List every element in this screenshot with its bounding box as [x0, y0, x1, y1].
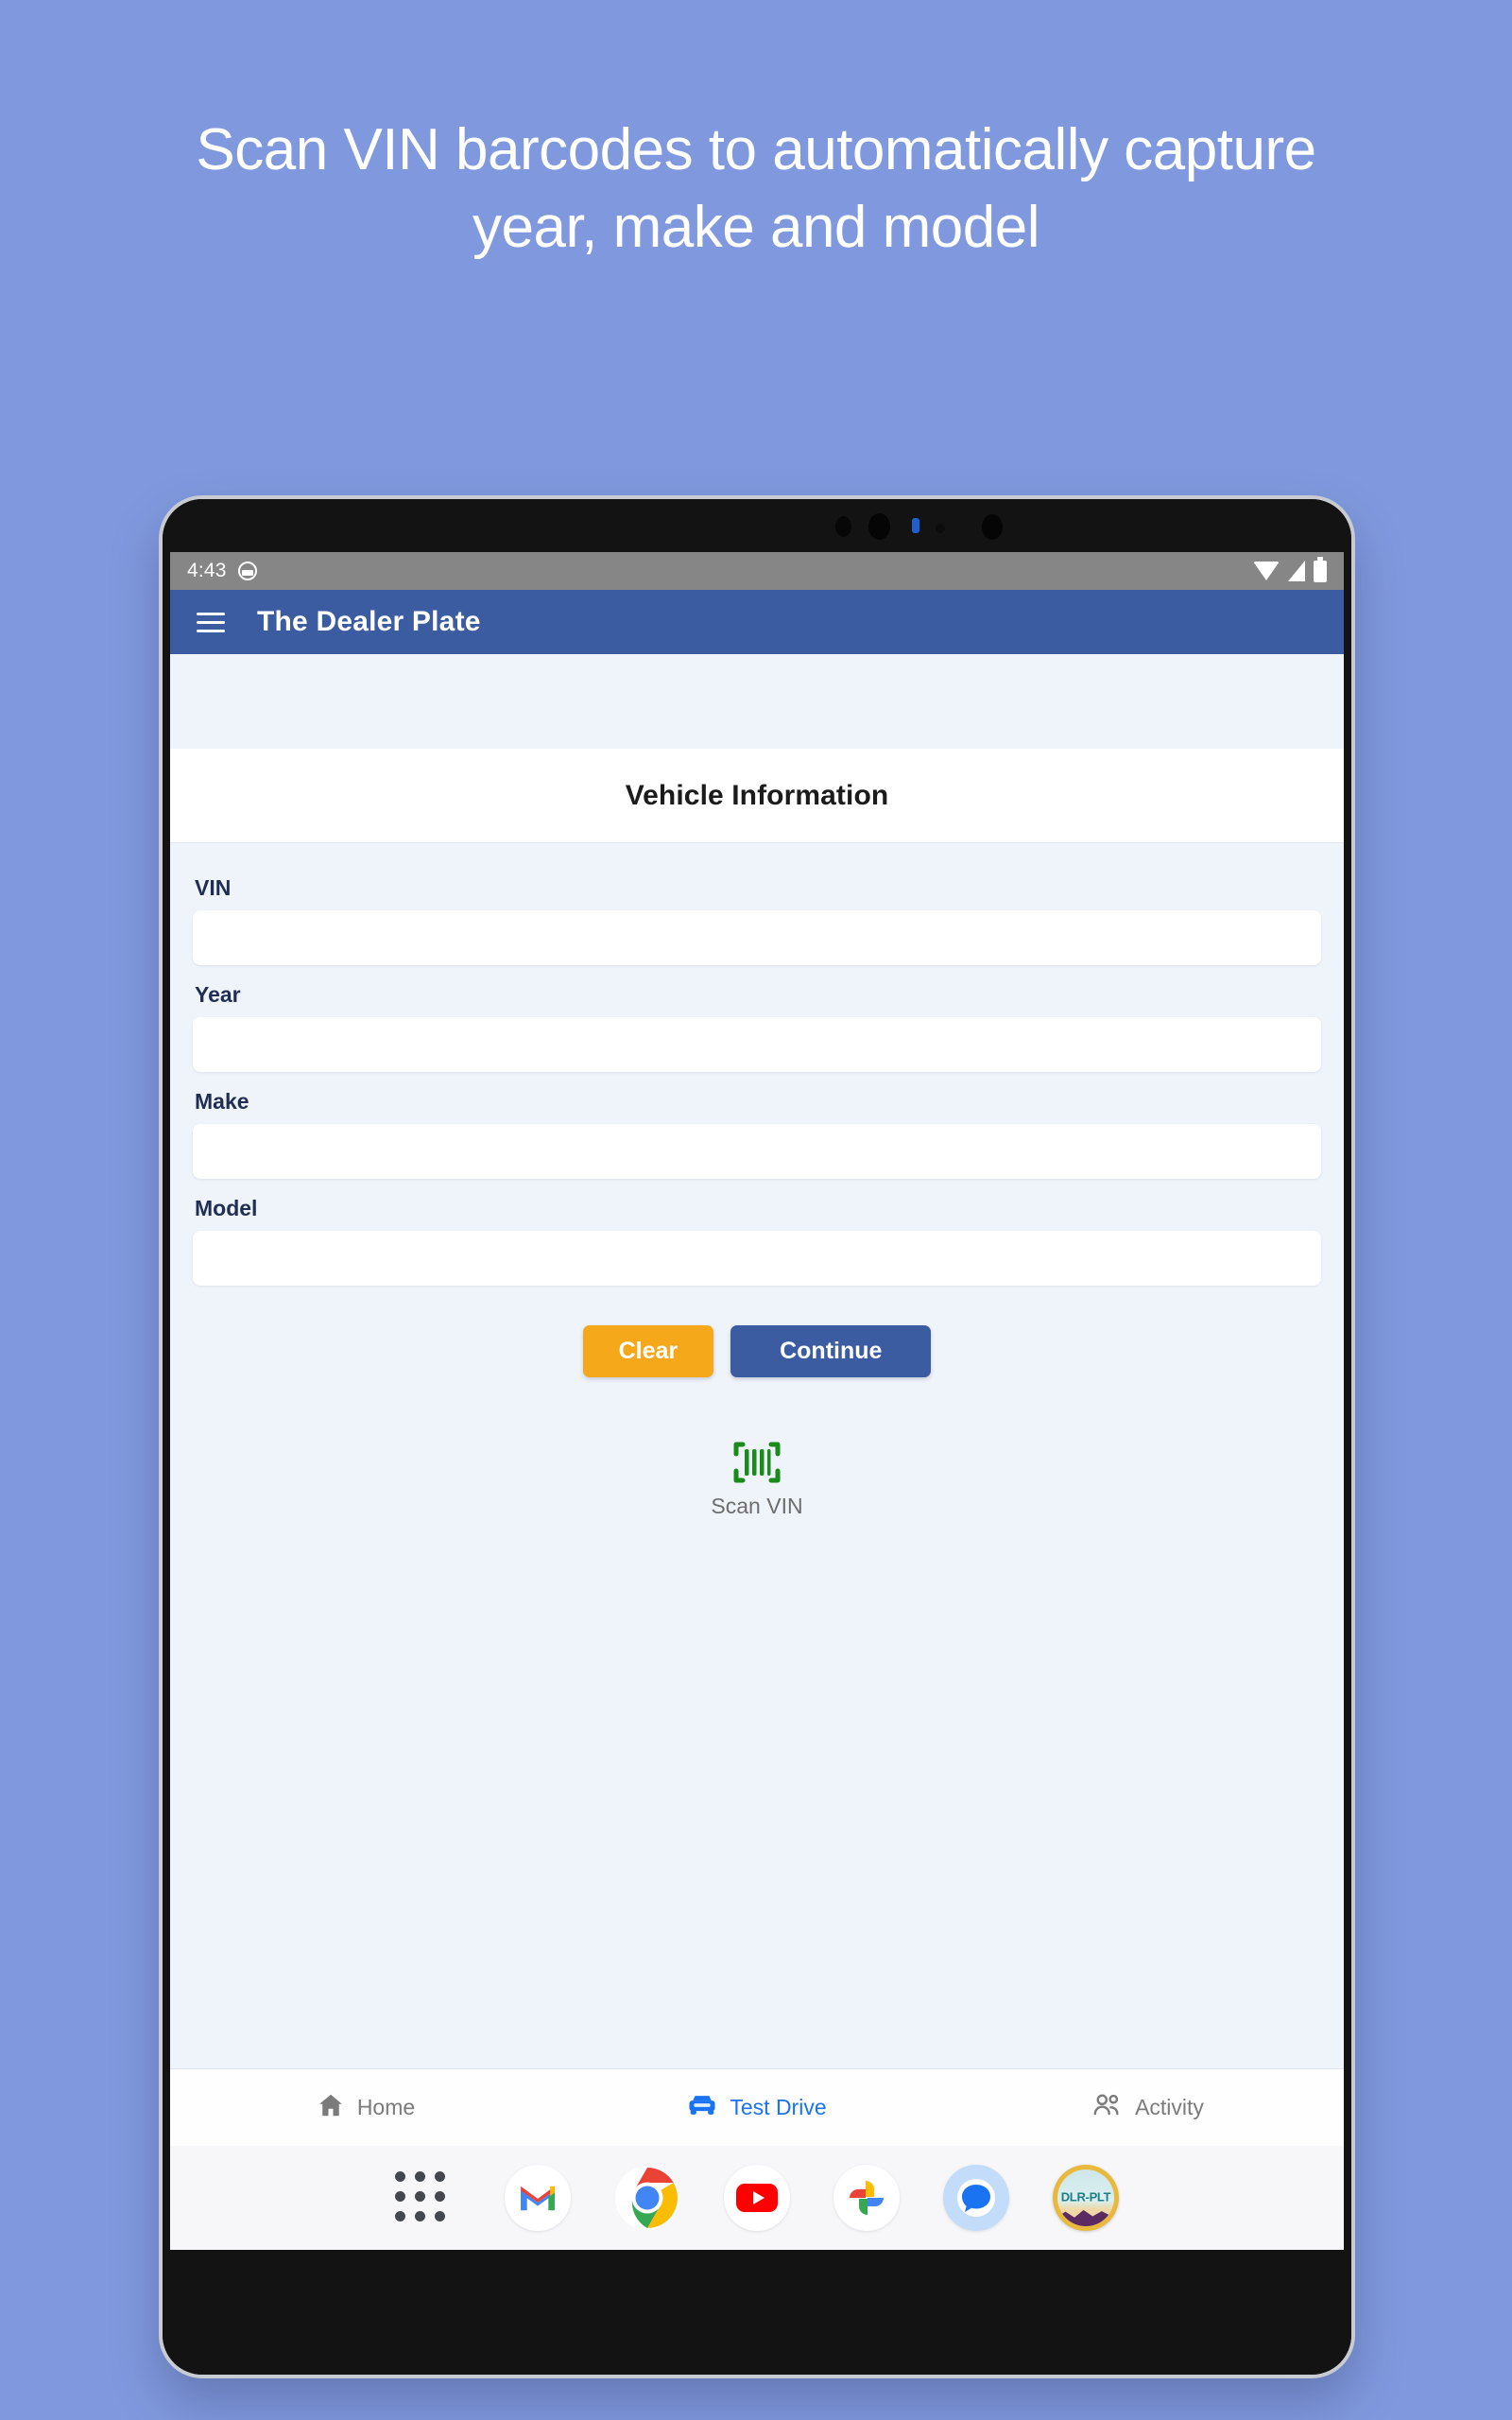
screen-content: Vehicle Information VIN Year Make Model … — [170, 749, 1344, 2250]
barcode-scan-icon — [730, 1440, 783, 1485]
bottom-navigation: Home Test Drive Activity — [170, 2068, 1344, 2146]
nav-item-activity[interactable]: Activity — [953, 2092, 1344, 2123]
status-led-icon — [912, 518, 919, 533]
field-label-vin: VIN — [195, 875, 232, 900]
youtube-icon[interactable] — [724, 2165, 790, 2231]
chrome-icon[interactable] — [614, 2165, 680, 2231]
nav-item-test-drive[interactable]: Test Drive — [561, 2091, 953, 2124]
google-photos-icon[interactable] — [833, 2165, 900, 2231]
nav-item-home[interactable]: Home — [170, 2091, 561, 2124]
year-input[interactable] — [193, 1017, 1321, 1072]
battery-icon — [1314, 556, 1327, 582]
device-screen: 4:43 The Dealer Plate Vehicle Informatio… — [170, 552, 1344, 2250]
dealer-plate-app-icon[interactable]: DLR-PLT — [1053, 2165, 1119, 2231]
nav-label-home: Home — [356, 2095, 416, 2119]
wifi-icon — [1253, 562, 1280, 580]
notification-badge-icon — [237, 562, 257, 580]
field-label-model: Model — [195, 1196, 258, 1220]
home-icon — [317, 2091, 345, 2124]
field-label-make: Make — [195, 1089, 249, 1114]
proximity-sensor-icon — [982, 514, 1003, 540]
status-bar-clock: 4:43 — [187, 560, 227, 581]
make-input[interactable] — [193, 1124, 1321, 1179]
vehicle-information-form: VIN Year Make Model Clear Continue Scan … — [170, 843, 1344, 1519]
field-year: Year — [193, 973, 1321, 1072]
promo-headline: Scan VIN barcodes to automatically captu… — [0, 112, 1512, 267]
vin-input[interactable] — [193, 910, 1321, 965]
app-bar: The Dealer Plate — [170, 590, 1344, 654]
field-model: Model — [193, 1186, 1321, 1286]
scan-vin-button[interactable]: Scan VIN — [193, 1440, 1321, 1519]
people-icon — [1092, 2092, 1123, 2123]
device-bottom-bezel — [163, 2250, 1351, 2375]
field-label-year: Year — [195, 982, 241, 1007]
android-dock: DLR-PLT — [170, 2146, 1344, 2250]
front-camera-icon — [868, 513, 890, 540]
device-top-bezel — [163, 499, 1351, 552]
mountain-graphic-icon — [1057, 2209, 1114, 2226]
dealer-plate-app-label: DLR-PLT — [1060, 2189, 1111, 2204]
nav-label-activity: Activity — [1135, 2095, 1204, 2119]
page-title: Vehicle Information — [625, 779, 889, 811]
form-actions: Clear Continue — [193, 1325, 1321, 1377]
page-title-bar: Vehicle Information — [170, 749, 1344, 843]
nav-label-test-drive: Test Drive — [730, 2095, 827, 2119]
field-make: Make — [193, 1080, 1321, 1179]
sensor-dot-icon — [835, 516, 851, 537]
app-title: The Dealer Plate — [257, 606, 481, 637]
promo-headline-line-2: year, make and model — [472, 194, 1040, 260]
sensor-dot-icon — [936, 524, 945, 533]
scan-vin-label: Scan VIN — [711, 1494, 803, 1518]
promo-headline-line-1: Scan VIN barcodes to automatically captu… — [196, 117, 1316, 182]
clear-button[interactable]: Clear — [582, 1325, 714, 1377]
continue-button[interactable]: Continue — [730, 1325, 932, 1377]
hamburger-menu-icon[interactable] — [197, 612, 225, 632]
field-vin: VIN — [193, 866, 1321, 965]
gmail-icon[interactable] — [505, 2165, 571, 2231]
content-spacer — [170, 1519, 1344, 2068]
cell-signal-icon — [1288, 561, 1305, 581]
tablet-device-frame: 4:43 The Dealer Plate Vehicle Informatio… — [159, 495, 1355, 2378]
model-input[interactable] — [193, 1231, 1321, 1286]
app-drawer-icon[interactable] — [395, 2165, 461, 2231]
status-bar: 4:43 — [170, 552, 1344, 590]
messages-icon[interactable] — [943, 2165, 1009, 2231]
car-icon — [687, 2091, 717, 2124]
